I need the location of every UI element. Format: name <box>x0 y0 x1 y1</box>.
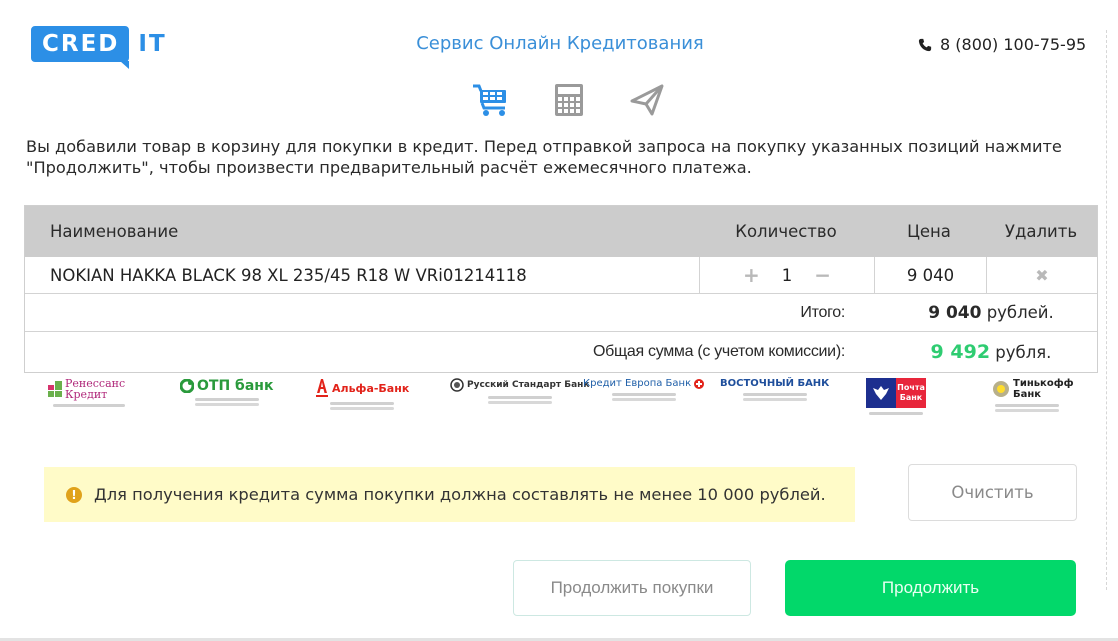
credit-logo[interactable]: CRED IT <box>31 26 167 69</box>
total-value-wrap: 9 040 рублей. <box>845 303 1097 323</box>
minus-icon[interactable]: − <box>814 265 831 285</box>
bank-logo-renaissance: Ренессанс Кредит <box>48 378 129 407</box>
otp-logo-icon <box>180 379 194 393</box>
grand-total-amount: 9 492 <box>930 341 991 363</box>
bank-logo-russian-standard: Русский Стандарт Банк <box>450 378 590 399</box>
partner-banks: Ренессанс Кредит ОТП банк Альфа-Банк Рус… <box>30 378 1100 426</box>
product-name: NOKIAN HAKKA BLACK 98 XL 235/45 R18 W VR… <box>50 265 527 285</box>
intro-line-1: Вы добавили товар в корзину для покупки … <box>26 137 1062 156</box>
total-label: Итого: <box>800 303 845 321</box>
phone-contact[interactable]: 8 (800) 100-75-95 <box>918 35 1086 54</box>
page-edge-divider <box>1106 30 1107 590</box>
continue-shopping-button[interactable]: Продолжить покупки <box>513 560 751 616</box>
total-unit: рублей. <box>986 302 1054 322</box>
bank-name-vostochny: Восточный Банк <box>720 378 830 389</box>
cart-table-header: Наименование Количество Цена Удалить <box>25 206 1097 257</box>
intro-text: Вы добавили товар в корзину для покупки … <box>26 136 1096 178</box>
tinkoff-emblem-icon <box>993 381 1009 397</box>
pochta-eagle-icon <box>866 378 896 408</box>
renaissance-leaf-icon <box>48 381 62 397</box>
page-title: Сервис Онлайн Кредитования <box>416 33 704 54</box>
column-header-quantity: Количество <box>735 222 837 241</box>
bank-name-renaissance: Ренессанс Кредит <box>65 377 126 401</box>
clear-cart-button[interactable]: Очистить <box>908 464 1077 521</box>
calculator-icon <box>555 84 583 116</box>
bank-name-pochta: Почта Банк <box>896 378 926 408</box>
bank-logo-credit-europe: Кредит Европа Банк <box>583 378 705 396</box>
cart-icon <box>473 84 506 116</box>
product-price: 9 040 <box>874 257 986 293</box>
total-row: Итого: 9 040 рублей. <box>25 294 1097 332</box>
russian-standard-emblem-icon <box>450 378 464 392</box>
bank-name-credit-europe: Кредит Европа Банк <box>583 378 692 389</box>
grand-total-value-wrap: 9 492 рубля. <box>845 341 1097 363</box>
grand-total-label: Общая сумма (с учетом комиссии): <box>593 343 845 360</box>
grand-total-unit: рубля. <box>995 343 1052 362</box>
minimum-amount-notice: ! Для получения кредита сумма покупки до… <box>44 467 855 522</box>
phone-number: 8 (800) 100-75-95 <box>940 35 1087 54</box>
license-text <box>742 393 807 396</box>
license-text <box>611 393 676 396</box>
notice-text: Для получения кредита сумма покупки долж… <box>94 485 826 504</box>
total-amount: 9 040 <box>928 302 982 323</box>
delete-cell: ✖ <box>986 257 1097 293</box>
logo-it-text: IT <box>138 31 167 57</box>
bank-name-otp: ОТП банк <box>197 378 274 394</box>
phone-icon <box>918 38 932 51</box>
remove-icon[interactable]: ✖ <box>1035 266 1048 285</box>
step-cart[interactable] <box>472 82 510 118</box>
license-text <box>330 402 395 405</box>
cart-table: Наименование Количество Цена Удалить NOK… <box>24 205 1098 373</box>
credit-europe-cross-icon <box>694 378 705 389</box>
column-header-delete: Удалить <box>1004 222 1078 241</box>
warning-icon: ! <box>66 486 82 503</box>
grand-total-row: Общая сумма (с учетом комиссии): 9 492 р… <box>25 332 1097 372</box>
step-calculator[interactable] <box>550 82 588 118</box>
plus-icon[interactable]: + <box>743 265 760 285</box>
bank-logo-tinkoff: Тинькофф Банк <box>992 378 1074 407</box>
quantity-stepper: + 1 − <box>699 257 874 293</box>
checkout-steps <box>472 82 666 118</box>
step-send[interactable] <box>628 82 666 118</box>
license-text <box>487 396 552 399</box>
license-text <box>994 404 1059 407</box>
bank-logo-otp: ОТП банк <box>180 378 273 401</box>
bank-name-tinkoff: Тинькофф Банк <box>1013 378 1074 400</box>
license-text <box>52 404 125 407</box>
paper-plane-icon <box>630 84 664 116</box>
alfa-logo-icon <box>316 379 328 397</box>
bank-logo-pochta: Почта Банк <box>866 378 926 415</box>
bank-name-russian-standard: Русский Стандарт Банк <box>467 380 590 390</box>
license-text <box>869 412 923 415</box>
bank-name-alfa: Альфа-Банк <box>332 381 410 395</box>
table-row: NOKIAN HAKKA BLACK 98 XL 235/45 R18 W VR… <box>25 257 1097 294</box>
bank-logo-vostochny: Восточный Банк <box>720 378 829 396</box>
intro-line-2: "Продолжить", чтобы произвести предварит… <box>26 158 752 177</box>
quantity-value: 1 <box>781 265 793 285</box>
column-header-name: Наименование <box>50 222 179 241</box>
logo-cred-text: CRED <box>31 26 130 69</box>
license-text <box>194 398 259 401</box>
bank-logo-alfa: Альфа-Банк <box>315 378 409 405</box>
column-header-price: Цена <box>907 222 951 241</box>
continue-button[interactable]: Продолжить <box>785 560 1076 616</box>
